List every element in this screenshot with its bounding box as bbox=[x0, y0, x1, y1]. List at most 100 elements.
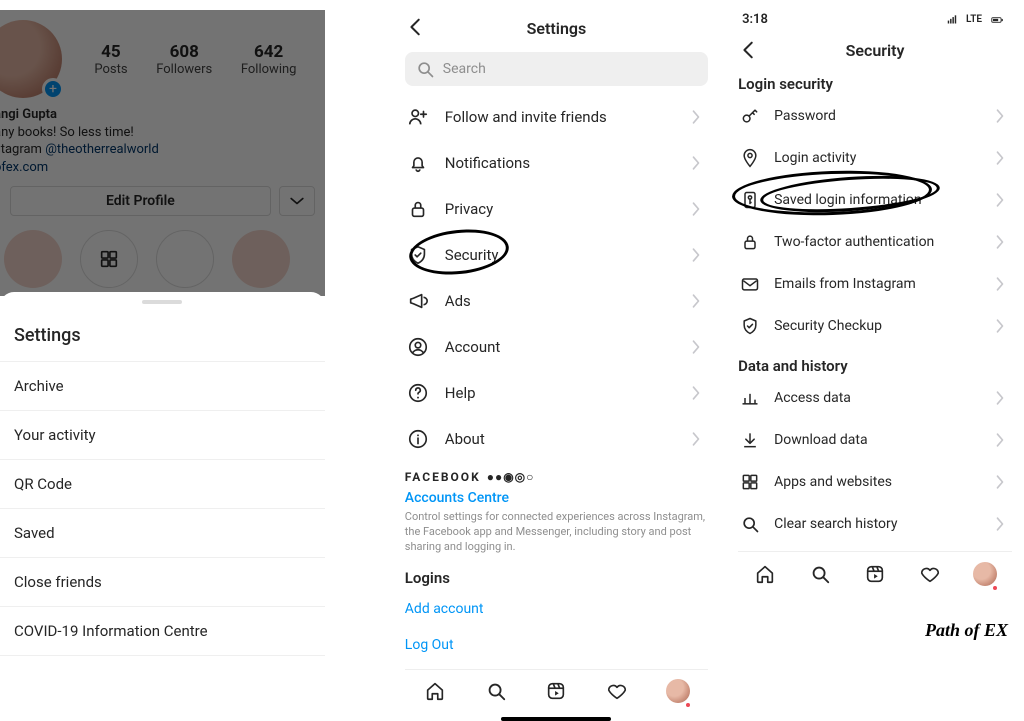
search-icon bbox=[809, 563, 831, 585]
pin-icon bbox=[740, 148, 760, 168]
settings-follow-invite[interactable]: Follow and invite friends bbox=[405, 94, 708, 140]
security-2fa[interactable]: Two-factor authentication bbox=[738, 221, 1012, 263]
drawer-qr-code[interactable]: QR Code bbox=[0, 460, 325, 509]
stat-following[interactable]: 642Following bbox=[241, 42, 297, 77]
security-password[interactable]: Password bbox=[738, 95, 1012, 137]
security-download-data[interactable]: Download data bbox=[738, 419, 1012, 461]
watermark: Path of EX bbox=[925, 620, 1008, 641]
status-network: LTE bbox=[966, 14, 982, 25]
tab-search[interactable] bbox=[484, 679, 508, 703]
tab-home[interactable] bbox=[423, 679, 447, 703]
settings-help[interactable]: Help bbox=[405, 370, 708, 416]
key-tag-icon bbox=[740, 190, 760, 210]
avatar-icon bbox=[666, 679, 690, 703]
chevron-right-icon bbox=[990, 472, 1010, 492]
tab-profile[interactable] bbox=[666, 679, 690, 703]
apps-icon bbox=[740, 472, 760, 492]
security-checkup[interactable]: Security Checkup bbox=[738, 305, 1012, 347]
megaphone-icon bbox=[407, 290, 429, 312]
signal-icon bbox=[944, 13, 962, 27]
chevron-right-icon bbox=[990, 232, 1010, 252]
chevron-right-icon bbox=[990, 316, 1010, 336]
reels-icon bbox=[545, 680, 567, 702]
back-button[interactable] bbox=[405, 16, 427, 38]
battery-icon bbox=[986, 13, 1008, 27]
security-clear-history[interactable]: Clear search history bbox=[738, 503, 1012, 545]
security-header: Security bbox=[738, 35, 1012, 65]
bell-icon bbox=[407, 152, 429, 174]
security-saved-login[interactable]: Saved login information bbox=[738, 179, 1012, 221]
drawer-settings[interactable]: Settings bbox=[0, 310, 325, 362]
chevron-right-icon bbox=[990, 514, 1010, 534]
facebook-brand: FACEBOOK ●●◉◎○ bbox=[405, 470, 708, 484]
tab-activity[interactable] bbox=[918, 562, 942, 586]
suggested-users-button[interactable] bbox=[279, 186, 315, 216]
chevron-right-icon bbox=[990, 106, 1010, 126]
download-icon bbox=[740, 430, 760, 450]
chevron-right-icon bbox=[686, 107, 706, 127]
logout-link[interactable]: Log Out bbox=[405, 627, 708, 663]
page-title: Security bbox=[846, 41, 905, 60]
bottom-tab-bar bbox=[738, 551, 1012, 595]
settings-account[interactable]: Account bbox=[405, 324, 708, 370]
security-emails[interactable]: Emails from Instagram bbox=[738, 263, 1012, 305]
story-highlights bbox=[4, 230, 311, 288]
accounts-centre-desc: Control settings for connected experienc… bbox=[405, 510, 708, 555]
tab-reels[interactable] bbox=[544, 679, 568, 703]
back-button[interactable] bbox=[738, 39, 760, 61]
profile-top-dimmed: + 45Posts 608Followers 642Following angi… bbox=[0, 10, 325, 296]
drawer-saved[interactable]: Saved bbox=[0, 509, 325, 558]
search-input[interactable]: Search bbox=[405, 52, 708, 86]
edit-profile-button[interactable]: Edit Profile bbox=[10, 186, 271, 216]
search-icon bbox=[415, 59, 435, 79]
add-person-icon bbox=[407, 106, 429, 128]
phone-security: 3:18 LTE Security Login security Passwor… bbox=[738, 10, 1012, 721]
stat-posts[interactable]: 45Posts bbox=[94, 42, 127, 77]
settings-about[interactable]: About bbox=[405, 416, 708, 462]
tab-reels[interactable] bbox=[863, 562, 887, 586]
drawer-close-friends[interactable]: Close friends bbox=[0, 558, 325, 607]
login-security-heading: Login security bbox=[738, 75, 1012, 93]
accounts-centre-link[interactable]: Accounts Centre bbox=[405, 490, 708, 506]
search-placeholder: Search bbox=[443, 61, 486, 77]
highlight-item[interactable] bbox=[232, 230, 290, 288]
highlight-item[interactable] bbox=[80, 230, 138, 288]
drawer-your-activity[interactable]: Your activity bbox=[0, 411, 325, 460]
tab-activity[interactable] bbox=[605, 679, 629, 703]
highlight-item[interactable] bbox=[156, 230, 214, 288]
profile-name: angi Gupta bbox=[0, 106, 311, 124]
drawer-grabber[interactable] bbox=[142, 300, 182, 304]
drawer-archive[interactable]: Archive bbox=[0, 362, 325, 411]
facebook-section: FACEBOOK ●●◉◎○ Accounts Centre Control s… bbox=[405, 470, 708, 555]
home-icon bbox=[424, 680, 446, 702]
account-icon bbox=[407, 336, 429, 358]
add-story-icon[interactable]: + bbox=[42, 78, 64, 100]
status-time: 3:18 bbox=[742, 12, 768, 27]
stat-followers[interactable]: 608Followers bbox=[156, 42, 212, 77]
security-apps-websites[interactable]: Apps and websites bbox=[738, 461, 1012, 503]
tab-profile[interactable] bbox=[973, 562, 997, 586]
security-login-activity[interactable]: Login activity bbox=[738, 137, 1012, 179]
info-icon bbox=[407, 428, 429, 450]
tab-home[interactable] bbox=[753, 562, 777, 586]
security-access-data[interactable]: Access data bbox=[738, 377, 1012, 419]
tab-search[interactable] bbox=[808, 562, 832, 586]
phone-settings: Settings Search Follow and invite friend… bbox=[405, 10, 708, 721]
lock-icon bbox=[740, 232, 760, 252]
profile-menu-drawer: Settings Archive Your activity QR Code S… bbox=[0, 292, 325, 656]
settings-privacy[interactable]: Privacy bbox=[405, 186, 708, 232]
settings-security[interactable]: Security bbox=[405, 232, 708, 278]
chevron-right-icon bbox=[990, 430, 1010, 450]
search-icon bbox=[740, 514, 760, 534]
key-icon bbox=[740, 106, 760, 126]
highlight-item[interactable] bbox=[4, 230, 62, 288]
settings-notifications[interactable]: Notifications bbox=[405, 140, 708, 186]
settings-ads[interactable]: Ads bbox=[405, 278, 708, 324]
shield-icon bbox=[407, 244, 429, 266]
drawer-covid-info[interactable]: COVID-19 Information Centre bbox=[0, 607, 325, 656]
bio-link[interactable]: ofex.com bbox=[0, 159, 311, 177]
logins-heading: Logins bbox=[405, 569, 708, 587]
add-account-link[interactable]: Add account bbox=[405, 591, 708, 627]
profile-avatar[interactable]: + bbox=[0, 20, 62, 98]
chevron-left-icon bbox=[738, 39, 760, 61]
